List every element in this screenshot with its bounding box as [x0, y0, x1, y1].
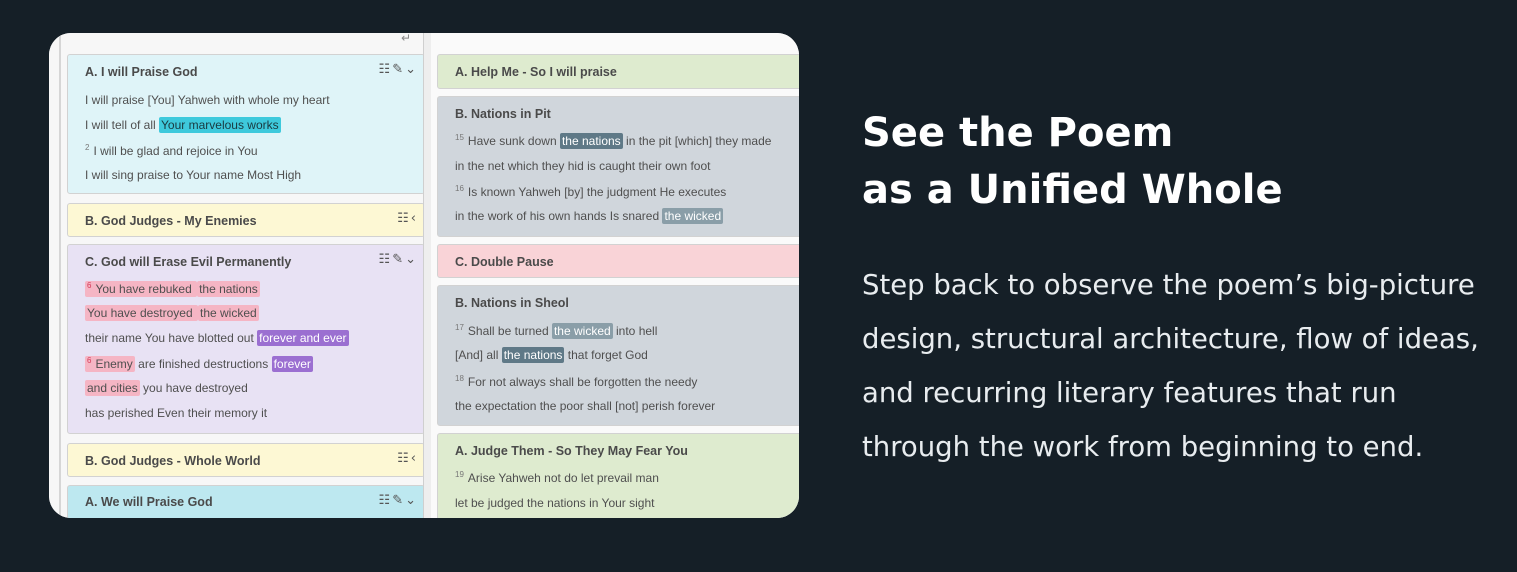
section-title: B. God Judges - My Enemies — [85, 214, 257, 228]
left-structure-column: ↵ A. I will Praise God ☷✎⌄ I will praise… — [49, 33, 427, 518]
section-title: B. Nations in Sheol — [455, 296, 569, 310]
section-block-erase-evil[interactable]: C. God will Erase Evil Permanently ☷✎⌄ 6… — [67, 244, 425, 434]
section-block-praise-god[interactable]: A. I will Praise God ☷✎⌄ I will praise [… — [67, 54, 425, 194]
section-block-nations-sheol[interactable]: B. Nations in Sheol 17 Shall be turned th… — [437, 285, 799, 426]
description-line: design, structural architecture, flow of… — [862, 323, 1479, 355]
verse-line: has perished Even their memory it — [85, 406, 268, 420]
description-line: through the work from beginning to end. — [862, 431, 1424, 463]
verse-line: 6 Enemy are finished destructions forever — [85, 356, 313, 372]
section-title: C. God will Erase Evil Permanently — [85, 255, 292, 269]
highlight-phrase: the nations — [197, 281, 260, 297]
highlight-phrase: the nations — [501, 347, 565, 363]
section-tools-icon[interactable]: ☷✎⌄ — [379, 493, 418, 508]
highlight-phrase: Your marvelous works — [159, 117, 281, 133]
collapse-arrow-icon[interactable]: ↵ — [401, 33, 411, 45]
section-title: B. Nations in Pit — [455, 107, 551, 121]
verse-line: their name You have blotted out forever … — [85, 330, 349, 346]
verse-line: 19 Arise Yahweh not do let prevail man — [455, 470, 659, 485]
headline-line-1: See the Poem — [862, 110, 1174, 156]
description-line: Step back to observe the poem’s big-pict… — [862, 269, 1475, 301]
section-title: A. Help Me - So I will praise — [455, 65, 617, 79]
verse-line: 18 For not always shall be forgotten the … — [455, 374, 698, 389]
headline-line-2: as a Unified Whole — [862, 167, 1283, 213]
verse-line: 15 Have sunk down the nations in the pit … — [455, 133, 772, 149]
section-block-double-pause[interactable]: C. Double Pause — [437, 244, 799, 278]
highlight-phrase: forever — [271, 356, 313, 372]
section-block-judge-them[interactable]: A. Judge Them - So They May Fear You 19 A… — [437, 433, 799, 518]
section-block-help-me[interactable]: A. Help Me - So I will praise — [437, 54, 799, 89]
section-block-my-enemies[interactable]: B. God Judges - My Enemies ☷‹ — [67, 203, 425, 237]
verse-line: the expectation the poor shall [not] per… — [455, 399, 716, 413]
section-tools-icon[interactable]: ☷‹ — [397, 451, 418, 466]
verse-line: I will tell of all Your marvelous works — [85, 117, 281, 133]
verse-line: let be judged the nations in Your sight — [455, 496, 655, 510]
verse-line: in the net which they hid is caught thei… — [455, 159, 711, 173]
highlight-phrase: the wicked — [551, 323, 613, 339]
section-title: C. Double Pause — [455, 255, 554, 269]
feature-description: Step back to observe the poem’s big-pict… — [862, 258, 1502, 474]
section-title: A. Judge Them - So They May Fear You — [455, 444, 688, 458]
section-tools-icon[interactable]: ☷✎⌄ — [379, 252, 418, 267]
highlight-phrase: the wicked — [662, 208, 724, 224]
verse-line: 2I will be glad and rejoice in You — [85, 143, 258, 158]
verse-line: I will sing praise to Your name Most Hig… — [85, 168, 302, 182]
verse-line: 16 Is known Yahweh [by] the judgment He e… — [455, 184, 727, 199]
verse-line: You have destroyed the wicked — [85, 305, 259, 321]
verse-line: in the work of his own hands Is snared t… — [455, 208, 724, 224]
section-tools-icon[interactable]: ☷✎⌄ — [379, 62, 418, 77]
verse-line: [And] all the nations that forget God — [455, 347, 648, 363]
section-block-nations-pit[interactable]: B. Nations in Pit 15 Have sunk down the n… — [437, 96, 799, 237]
feature-headline: See the Poem as a Unified Whole — [862, 105, 1462, 219]
section-title: B. God Judges - Whole World — [85, 454, 261, 468]
right-structure-column: A. Help Me - So I will praise B. Nations… — [431, 33, 799, 518]
highlight-phrase: forever and ever — [257, 330, 349, 346]
highlight-phrase: the nations — [559, 133, 623, 149]
description-line: and recurring literary features that run — [862, 377, 1397, 409]
section-block-whole-world[interactable]: B. God Judges - Whole World ☷‹ — [67, 443, 425, 477]
highlight-phrase: the wicked — [197, 305, 259, 321]
verse-line: I will praise [You] Yahweh with whole my… — [85, 93, 330, 107]
section-block-we-praise[interactable]: A. We will Praise God ☷✎⌄ — [67, 485, 425, 518]
section-tools-icon[interactable]: ☷‹ — [397, 211, 418, 226]
verse-line: 6 You have rebuked the nations — [85, 281, 260, 297]
poem-app-window: ↵ A. I will Praise God ☷✎⌄ I will praise… — [49, 33, 799, 518]
verse-line: and cities you have destroyed — [85, 380, 248, 396]
verse-line: 17 Shall be turned the wicked into hell — [455, 323, 658, 339]
section-title: A. I will Praise God — [85, 65, 198, 79]
left-column-edge — [59, 33, 61, 518]
section-title: A. We will Praise God — [85, 495, 213, 509]
